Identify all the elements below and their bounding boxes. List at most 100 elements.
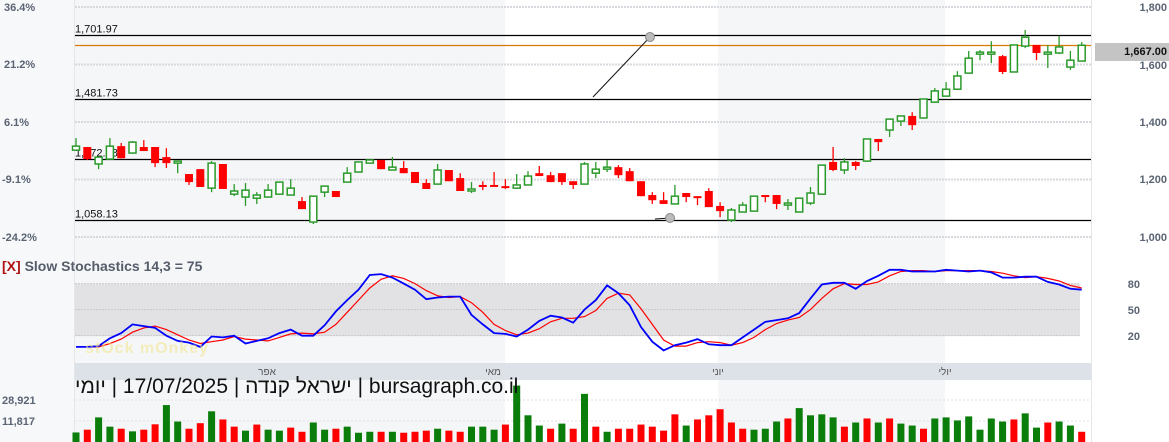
volume-bar	[727, 422, 735, 442]
candle-body-up	[1066, 59, 1075, 68]
volume-bar	[886, 418, 894, 442]
volume-bar	[795, 408, 803, 442]
volume-bar	[1055, 421, 1063, 442]
volume-bar	[535, 425, 543, 442]
candle-body-down	[331, 191, 340, 198]
price-tick: 1,600	[1139, 60, 1167, 72]
trendline-short-handle[interactable]	[665, 213, 675, 223]
volume-bar	[230, 426, 238, 442]
volume-bar	[603, 431, 611, 442]
month-label-june: יוני	[712, 367, 724, 378]
candle-body-down	[501, 186, 510, 189]
candle-body-down	[569, 181, 578, 185]
candle-body-up	[173, 160, 182, 164]
candle-body-down	[772, 195, 781, 204]
stochastic-tick: 50	[1128, 305, 1140, 317]
volume-bar	[174, 421, 182, 442]
volume-bar	[942, 417, 950, 442]
candle-body-up	[512, 184, 521, 189]
candle-body-down	[704, 191, 713, 208]
volume-bar	[739, 428, 747, 442]
candle-body-up	[275, 181, 284, 195]
candle-body-up	[388, 166, 397, 171]
candle-body-up	[263, 189, 273, 198]
candle-body-down	[693, 196, 702, 199]
volume-bar	[185, 428, 193, 442]
candle-body-up	[467, 188, 476, 192]
candle-body-down	[851, 161, 860, 166]
candle-body-up	[862, 138, 872, 162]
remove-indicator-button[interactable]: [X]	[2, 258, 21, 274]
watermark-logo: stOck mOnkey	[85, 340, 210, 357]
candle-body-up	[580, 163, 589, 185]
volume-bar	[581, 393, 588, 442]
candle-body-down	[716, 205, 725, 212]
candle-body-down	[377, 159, 386, 170]
candle-body-down	[151, 147, 160, 164]
candle-body-up	[930, 90, 940, 103]
volume-bar	[840, 426, 848, 442]
volume-bar	[343, 426, 351, 442]
volume-bar	[1033, 427, 1040, 442]
volume-bar	[242, 430, 249, 442]
volume-bar	[1066, 425, 1074, 442]
candle-body-up	[987, 51, 996, 55]
candle-body-down	[411, 172, 419, 183]
volume-bar	[151, 424, 159, 442]
volume-bar	[309, 422, 317, 442]
volume-bar	[400, 432, 408, 442]
candle-body-down	[659, 200, 668, 204]
candle-body-up	[953, 75, 962, 90]
volume-bar	[750, 429, 758, 442]
indicator-title: Slow Stochastics 14,3 = 75	[24, 258, 203, 274]
candle-body-up	[309, 195, 318, 223]
candle-body-up	[885, 118, 894, 131]
volume-bar	[807, 415, 814, 442]
volume-bar	[547, 428, 555, 442]
volume-bar	[219, 419, 227, 442]
candle-body-up	[241, 189, 250, 198]
volume-bar	[264, 429, 272, 442]
candle-body-down	[399, 168, 408, 174]
candle-body-down	[117, 146, 126, 159]
candle-body-down	[422, 182, 431, 189]
volume-bar	[129, 431, 136, 442]
volume-bar	[908, 425, 916, 442]
candle-body-up	[783, 202, 793, 206]
volume-bar	[456, 431, 464, 442]
volume-bar	[965, 416, 973, 442]
candle-body-up	[252, 194, 262, 199]
volume-bar	[332, 428, 340, 442]
volume-bar	[366, 431, 374, 442]
volume-bar	[434, 428, 442, 442]
volume-bar	[1021, 413, 1029, 442]
candle-body-down	[546, 175, 555, 183]
stochastic-tick: 80	[1128, 279, 1140, 291]
candle-body-up	[840, 161, 849, 171]
volume-bar	[999, 421, 1007, 442]
candle-body-up	[941, 88, 951, 97]
candle-body-up	[71, 145, 81, 151]
volume-bar	[660, 430, 668, 442]
percent-tick: 36.4%	[4, 2, 35, 14]
candle-body-down	[625, 171, 634, 182]
candle-body-up	[105, 145, 115, 160]
trendline-handle[interactable]	[645, 32, 655, 42]
price-tick: 1,200	[1139, 174, 1167, 186]
candle-body-down	[185, 174, 193, 183]
candle-body-down	[535, 173, 544, 177]
candle-body-down	[557, 173, 566, 183]
candle-body-up	[229, 190, 239, 195]
candle-body-down	[682, 193, 691, 198]
volume-bar	[479, 426, 487, 442]
volume-bar	[716, 409, 724, 442]
volume-bar	[355, 432, 362, 442]
candle-body-down	[162, 157, 171, 164]
volume-bar	[298, 431, 306, 442]
candle-body-down	[614, 167, 623, 176]
price-tick: 1,800	[1139, 2, 1167, 14]
volume-bar	[626, 428, 634, 442]
volume-bar	[761, 428, 769, 442]
month-label-july: יולי	[938, 366, 951, 378]
level-label: 1,481.73	[75, 88, 118, 100]
